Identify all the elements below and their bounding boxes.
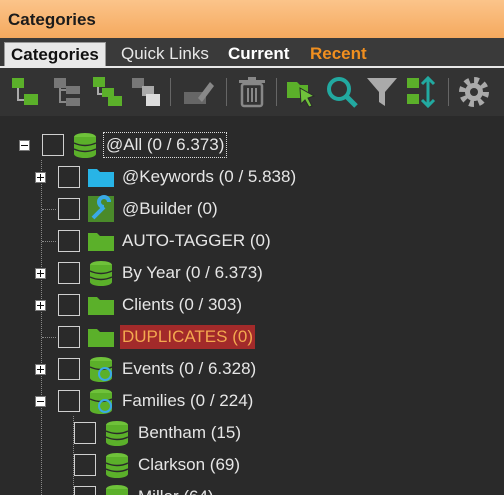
category-tree: @All (0 / 6.373) @Keywords (0 / 5.838) @… <box>0 116 504 495</box>
database-icon <box>73 133 97 158</box>
toolbar-separator <box>170 78 171 106</box>
database-sync-icon <box>89 389 113 414</box>
expand-toggle[interactable] <box>35 300 46 311</box>
folder-green-icon <box>88 233 114 251</box>
new-subcategory-icon[interactable] <box>50 74 86 110</box>
paste-category-icon[interactable] <box>128 74 164 110</box>
tab-current[interactable]: Current <box>221 42 296 66</box>
delete-icon[interactable] <box>234 74 270 110</box>
item-checkbox[interactable] <box>58 198 80 220</box>
database-icon <box>105 453 129 478</box>
tree-item-label: AUTO-TAGGER (0) <box>122 231 271 250</box>
toolbar <box>0 68 504 116</box>
new-category-icon[interactable] <box>8 74 44 110</box>
toolbar-separator <box>448 78 449 106</box>
search-icon[interactable] <box>324 74 360 110</box>
tree-item[interactable]: Clients (0 / 303) <box>0 289 504 321</box>
tab-bar: Categories Quick Links Current Recent <box>0 38 504 66</box>
database-icon <box>105 421 129 446</box>
item-checkbox[interactable] <box>58 262 80 284</box>
tree-item-label: @All (0 / 6.373) <box>102 132 228 158</box>
wrench-icon <box>88 195 114 222</box>
item-checkbox[interactable] <box>58 358 80 380</box>
panel-title: Categories <box>0 0 504 38</box>
sort-icon[interactable] <box>404 74 440 110</box>
rename-icon[interactable] <box>180 74 216 110</box>
tree-item-label: Clients (0 / 303) <box>122 295 242 314</box>
database-sync-icon <box>89 357 113 382</box>
tree-branch-line <box>42 241 56 242</box>
tab-categories[interactable]: Categories <box>4 42 106 66</box>
tree-item[interactable]: @All (0 / 6.373) <box>0 129 504 161</box>
item-checkbox[interactable] <box>58 294 80 316</box>
item-checkbox[interactable] <box>58 230 80 252</box>
pick-category-icon[interactable] <box>284 74 320 110</box>
expand-toggle[interactable] <box>35 268 46 279</box>
folder-blue-icon <box>88 169 114 187</box>
tree-item[interactable]: Miller (64) <box>0 481 504 495</box>
tree-item-label: @Keywords (0 / 5.838) <box>122 167 297 186</box>
tab-recent[interactable]: Recent <box>303 42 374 66</box>
item-checkbox[interactable] <box>74 486 96 495</box>
item-checkbox[interactable] <box>58 166 80 188</box>
tree-item[interactable]: @Keywords (0 / 5.838) <box>0 161 504 193</box>
item-checkbox[interactable] <box>58 326 80 348</box>
tree-item-label: Bentham (15) <box>138 423 241 442</box>
tree-item-label: Families (0 / 224) <box>122 391 254 410</box>
tree-item-label: DUPLICATES (0) <box>120 325 255 349</box>
tree-item[interactable]: Clarkson (69) <box>0 449 504 481</box>
tab-quick-links[interactable]: Quick Links <box>114 42 216 66</box>
folder-green-icon <box>88 297 114 315</box>
settings-icon[interactable] <box>456 74 492 110</box>
item-checkbox[interactable] <box>42 134 64 156</box>
tree-item-label: Clarkson (69) <box>138 455 241 474</box>
tree-item[interactable]: AUTO-TAGGER (0) <box>0 225 504 257</box>
tree-item[interactable]: @Builder (0) <box>0 193 504 225</box>
database-icon <box>89 261 113 286</box>
tree-item-label: Events (0 / 6.328) <box>122 359 257 378</box>
tree-item-label: Miller (64) <box>138 485 214 495</box>
tree-item[interactable]: By Year (0 / 6.373) <box>0 257 504 289</box>
item-checkbox[interactable] <box>74 454 96 476</box>
copy-category-icon[interactable] <box>90 74 126 110</box>
tree-item-label: By Year (0 / 6.373) <box>122 263 263 282</box>
tree-item[interactable]: Families (0 / 224) <box>0 385 504 417</box>
item-checkbox[interactable] <box>74 422 96 444</box>
toolbar-separator <box>226 78 227 106</box>
expand-toggle[interactable] <box>35 172 46 183</box>
tree-item-label: @Builder (0) <box>122 199 218 218</box>
filter-icon[interactable] <box>364 74 400 110</box>
tree-item[interactable]: Bentham (15) <box>0 417 504 449</box>
database-icon <box>106 485 128 495</box>
tree-branch-line <box>42 209 56 210</box>
tree-item[interactable]: Events (0 / 6.328) <box>0 353 504 385</box>
collapse-toggle[interactable] <box>19 140 30 151</box>
tree-branch-line <box>42 337 56 338</box>
toolbar-separator <box>276 78 277 106</box>
expand-toggle[interactable] <box>35 364 46 375</box>
folder-green-icon <box>88 329 114 347</box>
collapse-toggle[interactable] <box>35 396 46 407</box>
tree-item[interactable]: DUPLICATES (0) <box>0 321 504 353</box>
item-checkbox[interactable] <box>58 390 80 412</box>
